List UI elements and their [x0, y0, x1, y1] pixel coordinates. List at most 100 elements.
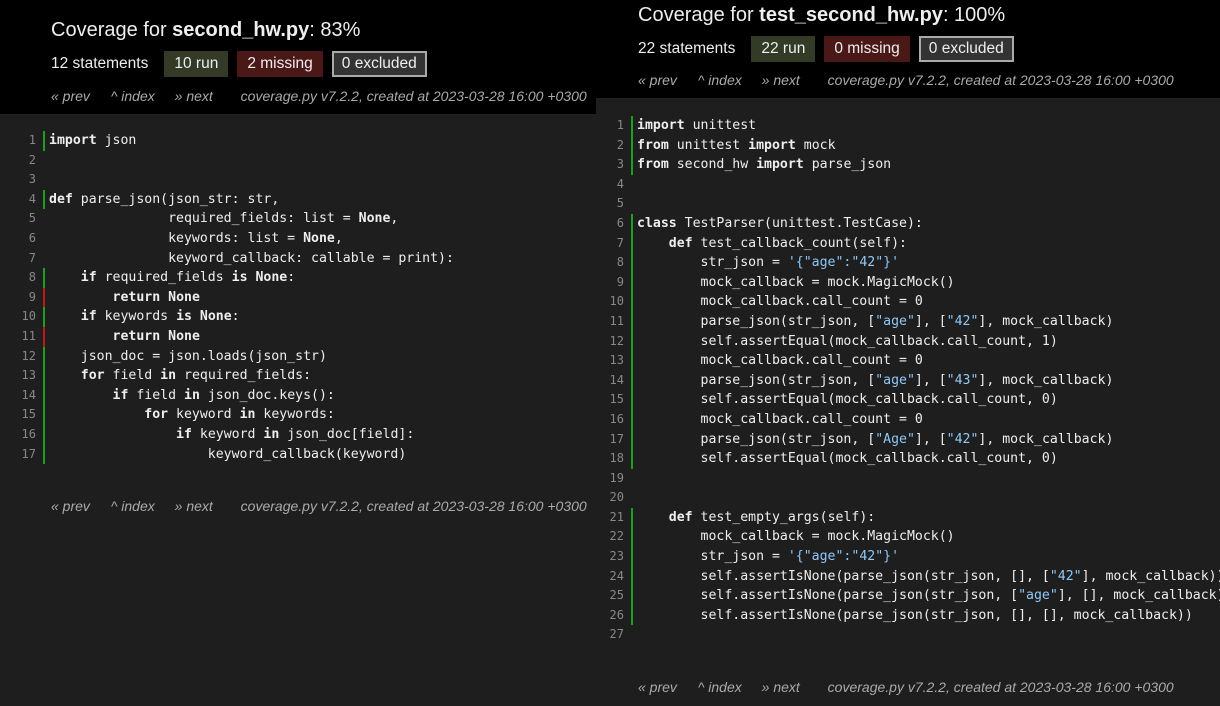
run-toggle-button[interactable]: 10 run — [164, 51, 229, 77]
source-line: 19 — [588, 469, 1220, 489]
code-token: ], mock_callback) — [978, 372, 1114, 388]
code-token: keywords: list = — [49, 230, 304, 246]
index-link[interactable]: ^ index — [698, 72, 742, 88]
keyword-token: def — [668, 509, 693, 525]
source-line: 3 — [0, 170, 596, 190]
line-number[interactable]: 4 — [0, 190, 36, 210]
line-number[interactable]: 5 — [588, 194, 624, 214]
prev-link[interactable]: « prev — [51, 88, 90, 104]
excluded-toggle-button[interactable]: 0 excluded — [918, 36, 1014, 62]
line-number[interactable]: 13 — [588, 351, 624, 371]
line-number[interactable]: 16 — [0, 425, 36, 445]
line-number[interactable]: 23 — [588, 547, 624, 567]
line-number[interactable]: 14 — [588, 371, 624, 391]
prev-link[interactable]: « prev — [638, 72, 677, 88]
prev-link[interactable]: « prev — [51, 498, 90, 514]
next-link[interactable]: » next — [175, 498, 213, 514]
line-number[interactable]: 17 — [588, 430, 624, 450]
run-toggle-button[interactable]: 22 run — [751, 36, 816, 62]
line-number[interactable]: 26 — [588, 606, 624, 626]
line-number[interactable]: 3 — [0, 170, 36, 190]
code-token: keyword_callback(keyword) — [49, 446, 407, 462]
code-token: parse_json(str_json, [ — [637, 313, 876, 329]
run-marker — [631, 253, 633, 273]
index-link[interactable]: ^ index — [698, 679, 742, 695]
string-token: '{"age":"42"}' — [787, 255, 900, 271]
run-marker — [43, 189, 45, 210]
line-number[interactable]: 12 — [0, 347, 36, 367]
line-number[interactable]: 27 — [588, 625, 624, 645]
code-token: keywords — [96, 309, 177, 325]
line-number[interactable]: 19 — [588, 469, 624, 489]
index-link[interactable]: ^ index — [111, 88, 155, 104]
line-number[interactable]: 8 — [0, 268, 36, 288]
code-token: json_doc.keys(): — [199, 387, 335, 403]
line-number[interactable]: 16 — [588, 410, 624, 430]
line-number[interactable]: 24 — [588, 567, 624, 587]
missing-toggle-button[interactable]: 0 missing — [824, 36, 910, 62]
line-marker — [631, 175, 633, 195]
next-link[interactable]: » next — [175, 88, 213, 104]
line-number[interactable]: 14 — [0, 386, 36, 406]
code-text: self.assertIsNone(parse_json(str_json, [… — [637, 567, 1220, 587]
line-number[interactable]: 21 — [588, 508, 624, 528]
page-title: Coverage for test_second_hw.py: 100% — [638, 4, 1005, 27]
code-token: mock_callback.call_count = 0 — [637, 411, 923, 427]
line-number[interactable]: 25 — [588, 586, 624, 606]
code-token: str_json = — [637, 549, 788, 565]
line-number[interactable]: 11 — [588, 312, 624, 332]
line-number[interactable]: 15 — [588, 390, 624, 410]
line-number[interactable]: 13 — [0, 366, 36, 386]
keyword-token: from — [637, 157, 669, 173]
run-marker — [631, 566, 633, 587]
line-number[interactable]: 10 — [0, 307, 36, 327]
line-number[interactable]: 9 — [588, 273, 624, 293]
line-number[interactable]: 6 — [588, 214, 624, 234]
excluded-toggle-button[interactable]: 0 excluded — [331, 51, 427, 77]
line-number[interactable]: 5 — [0, 209, 36, 229]
next-link[interactable]: » next — [762, 679, 800, 695]
line-number[interactable]: 11 — [0, 327, 36, 347]
line-number[interactable]: 12 — [588, 332, 624, 352]
code-text: return None — [49, 288, 200, 308]
line-number[interactable]: 2 — [0, 151, 36, 171]
source-line: 17 parse_json(str_json, ["Age"], ["42"],… — [588, 429, 1220, 450]
line-number[interactable]: 17 — [0, 445, 36, 465]
line-number[interactable]: 20 — [588, 488, 624, 508]
line-number[interactable]: 2 — [588, 136, 624, 156]
line-number[interactable]: 7 — [0, 249, 36, 269]
line-number[interactable]: 3 — [588, 155, 624, 175]
code-text: self.assertEqual(mock_callback.call_coun… — [637, 449, 1058, 469]
keyword-token: import — [756, 157, 804, 173]
code-token: json — [96, 133, 137, 148]
code-token: : — [287, 270, 296, 286]
line-number[interactable]: 15 — [0, 405, 36, 425]
statements-count: 22 statements — [638, 40, 736, 57]
code-text: parse_json(str_json, ["age"], ["42"], mo… — [637, 312, 1114, 332]
line-number[interactable]: 22 — [588, 527, 624, 547]
next-link[interactable]: » next — [762, 72, 800, 88]
prev-link[interactable]: « prev — [638, 679, 677, 695]
line-number[interactable]: 1 — [0, 131, 36, 151]
run-marker — [631, 586, 633, 606]
line-number[interactable]: 10 — [588, 292, 624, 312]
line-number[interactable]: 1 — [588, 116, 624, 136]
line-number[interactable]: 9 — [0, 288, 36, 308]
source-line: 3 from second_hw import parse_json — [588, 155, 1220, 175]
code-token: json_doc = json.loads(json_str) — [49, 348, 327, 364]
code-text: mock_callback.call_count = 0 — [637, 292, 923, 312]
index-link[interactable]: ^ index — [111, 498, 155, 514]
missing-toggle-button[interactable]: 2 missing — [237, 51, 323, 77]
line-number[interactable]: 4 — [588, 175, 624, 195]
line-number[interactable]: 7 — [588, 234, 624, 254]
line-number[interactable]: 18 — [588, 449, 624, 469]
line-number[interactable]: 8 — [588, 253, 624, 273]
source-line: 11 return None — [0, 326, 596, 347]
source-line: 10 if keywords is None: — [0, 307, 596, 327]
source-line: 9 return None — [0, 287, 596, 308]
code-token: keyword_callback: callable = print): — [49, 250, 454, 266]
line-number[interactable]: 6 — [0, 229, 36, 249]
code-token: self.assertEqual(mock_callback.call_coun… — [637, 451, 1058, 467]
code-text: keywords: list = None, — [49, 229, 343, 249]
